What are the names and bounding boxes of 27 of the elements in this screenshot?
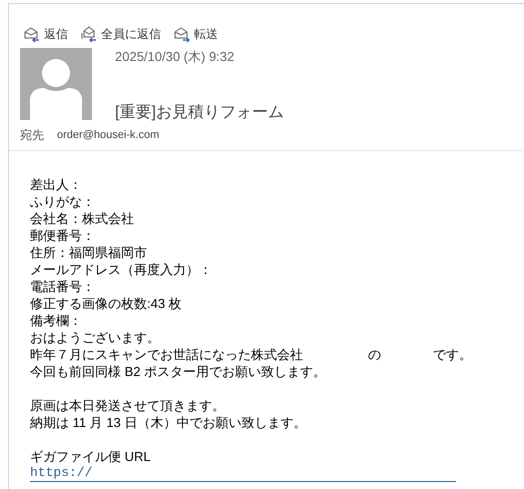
body-text-line: ギガファイル便 URL	[30, 448, 152, 465]
to-label: 宛先	[20, 127, 44, 144]
body-text-line: 住所：福岡県福岡市	[30, 244, 148, 261]
message-subject: [重要]お見積りフォーム	[115, 103, 284, 123]
body-text-line: 今回も前回同様 B2 ポスター用でお願い致します。	[30, 363, 328, 380]
url-link[interactable]: https://	[30, 465, 456, 482]
body-text-line: 郵便番号：	[30, 227, 96, 244]
envelope-arrow-icon	[23, 24, 41, 42]
message-date: 2025/10/30 (木) 9:32	[115, 49, 236, 65]
body-text-line: 昨年７月にスキャンでお世話になった株式会社 の です。	[30, 346, 473, 363]
forward-button[interactable]: 転送	[173, 24, 218, 42]
envelope-arrow-icon	[173, 24, 191, 42]
body-text-line: 差出人：	[30, 176, 83, 193]
body-text-line: 納期は 11 月 13 日（木）中でお願い致します。	[30, 414, 308, 431]
reply-button[interactable]: 返信	[23, 24, 68, 42]
recipient-address: order@housei-k.com	[57, 128, 160, 143]
body-text-line: 修正する画像の枚数:43 枚	[30, 295, 183, 312]
body-text-line: 電話番号：	[30, 278, 96, 295]
body-text-line: 会社名：株式会社	[30, 210, 135, 227]
body-text-line: おはようございます。	[30, 329, 161, 346]
body-text-line: ふりがな：	[30, 193, 96, 210]
envelope-arrow-icon	[80, 24, 98, 42]
body-text-line: 備考欄：	[30, 312, 83, 329]
avatar	[20, 48, 92, 120]
body-text-line: メールアドレス（再度入力）：	[30, 261, 213, 278]
reply-all-button[interactable]: 全員に返信	[80, 24, 161, 42]
body-text-line: 原画は本日発送させて頂きます。	[30, 397, 226, 414]
